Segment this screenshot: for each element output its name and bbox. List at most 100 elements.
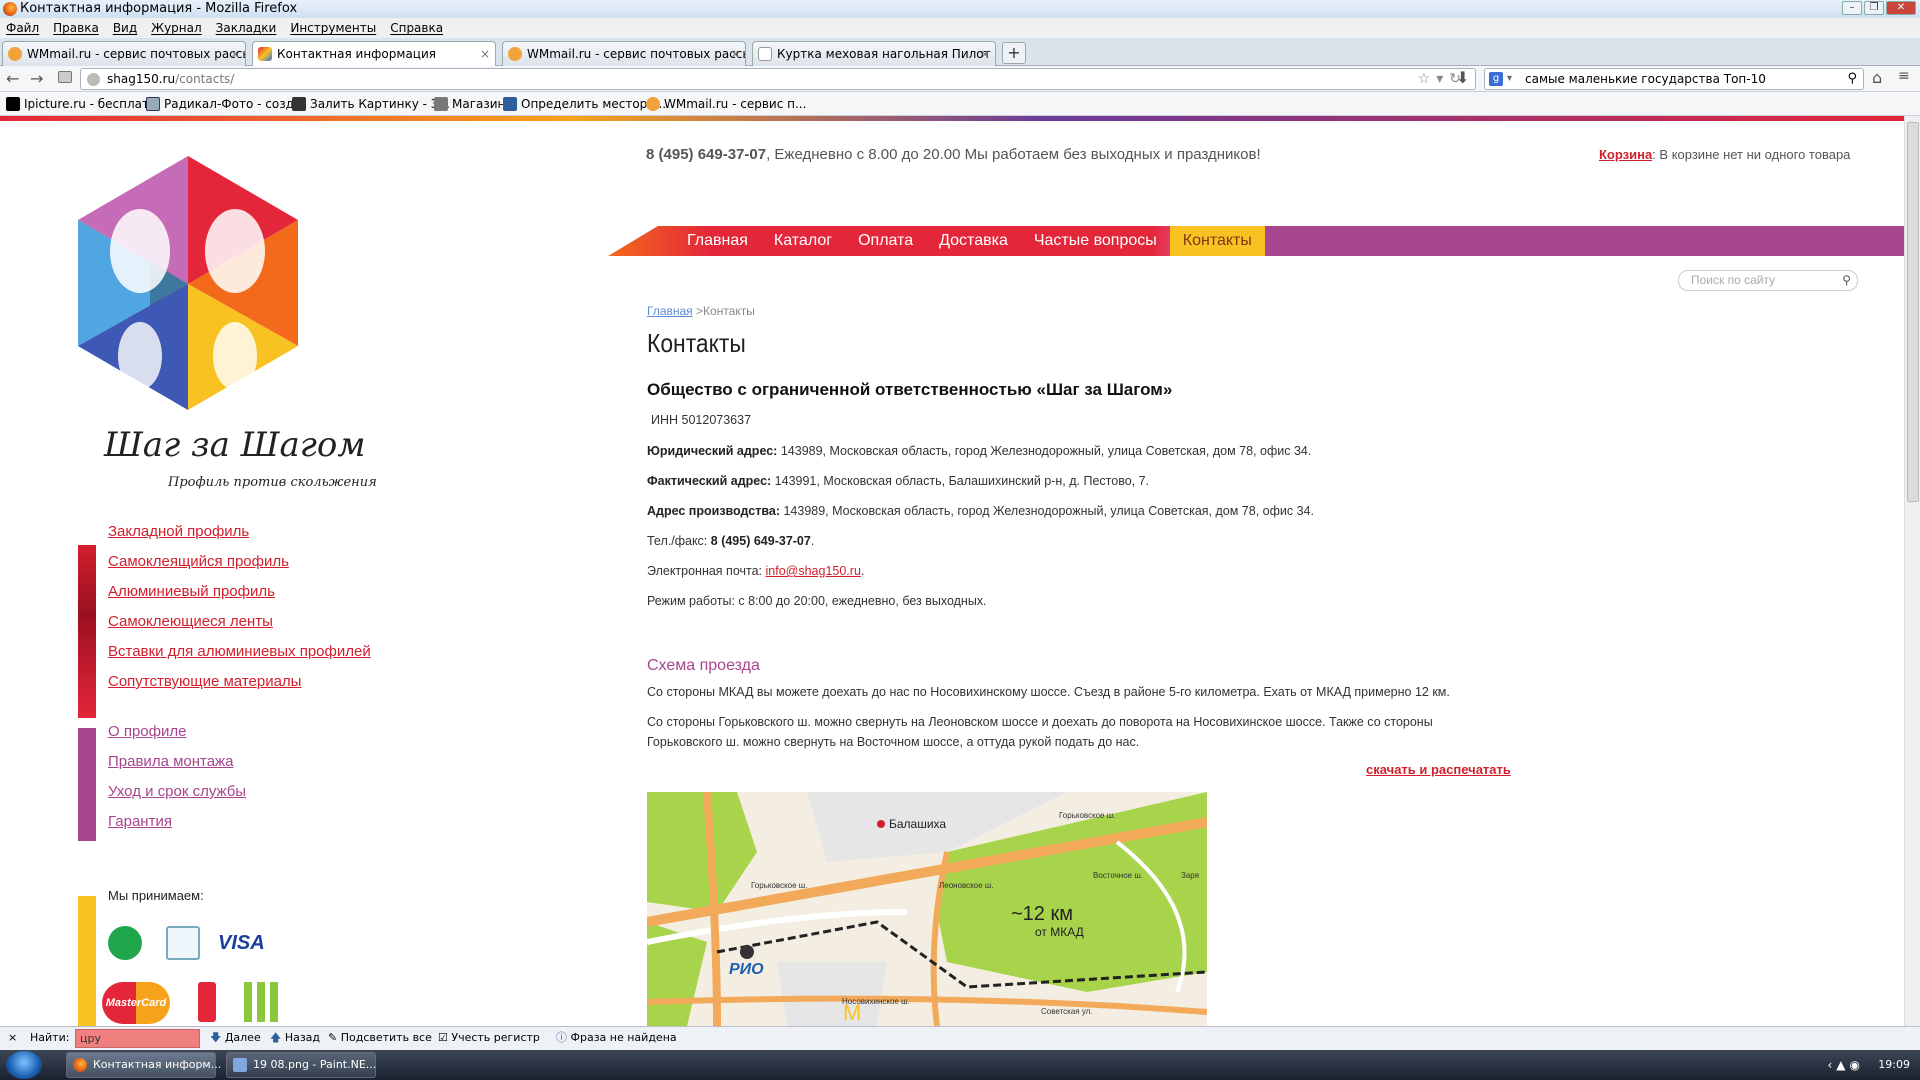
breadcrumb-home[interactable]: Главная xyxy=(647,304,693,318)
tab-contacts[interactable]: Контактная информация × xyxy=(252,41,496,67)
chevron-left-icon[interactable]: ‹ xyxy=(1827,1058,1836,1072)
menu-item-materials[interactable]: Сопутствующие материалы xyxy=(108,667,371,697)
window-titlebar: Контактная информация - Mozilla Firefox … xyxy=(0,0,1920,18)
menu-item-aluminium-profile[interactable]: Алюминиевый профиль xyxy=(108,577,371,607)
forward-button[interactable]: → xyxy=(30,69,43,88)
globe-icon xyxy=(87,73,100,86)
menu-item-inserts[interactable]: Вставки для алюминиевых профилей xyxy=(108,637,371,667)
nav-faq[interactable]: Частые вопросы xyxy=(1021,226,1170,256)
close-find-icon[interactable]: × xyxy=(8,1027,17,1049)
menu-item-installation[interactable]: Правила монтажа xyxy=(108,747,246,777)
menu-item-adhesive-tapes[interactable]: Самоклеющиеся ленты xyxy=(108,607,371,637)
arrow-down-icon: 🡇 xyxy=(210,1031,222,1044)
tab-wmmail-2[interactable]: WMmail.ru - сервис почтовых рассылок... … xyxy=(502,41,746,66)
mastercard-icon: MasterCard xyxy=(102,982,170,1024)
maximize-button[interactable]: ❐ xyxy=(1864,1,1884,15)
route-map[interactable]: Балашиха Горьковское ш. Горьковское ш. Л… xyxy=(647,792,1207,1026)
start-button[interactable] xyxy=(6,1051,42,1079)
url-bar[interactable]: shag150.ru/contacts/ ☆▾↻ xyxy=(80,68,1476,90)
taskbar-firefox[interactable]: Контактная информ... xyxy=(66,1052,221,1078)
ipicture-icon xyxy=(6,97,20,111)
highlight-all-button[interactable]: ✎ Подсветить все xyxy=(328,1027,432,1049)
vertical-scrollbar[interactable] xyxy=(1904,116,1920,1026)
navigation-bar: ← → shag150.ru/contacts/ ☆▾↻ ⬇ g ▾ самые… xyxy=(0,66,1920,92)
arrow-up-icon: 🡅 xyxy=(270,1031,282,1044)
firefox-icon xyxy=(3,2,17,16)
site-search-input[interactable]: Поиск по сайту ⚲ xyxy=(1678,270,1858,291)
email-link[interactable]: info@shag150.ru xyxy=(766,564,861,578)
scrollbar-thumb[interactable] xyxy=(1907,122,1919,502)
menu-bookmarks[interactable]: Закладки xyxy=(216,18,277,38)
bookmark-zalit[interactable]: Залить Картинку - З... xyxy=(290,92,450,116)
url-path: /contacts/ xyxy=(175,72,235,86)
match-case-checkbox[interactable]: ☑ Учесть регистр xyxy=(438,1027,540,1049)
bookmark-star-icon[interactable]: ☆ xyxy=(1418,71,1437,87)
window-title: Контактная информация - Mozilla Firefox xyxy=(20,1,298,16)
highlighter-icon: ✎ xyxy=(328,1031,338,1044)
inn: ИНН 5012073637 xyxy=(651,413,752,427)
info-icon: ⓘ xyxy=(556,1031,567,1044)
close-tab-icon[interactable]: × xyxy=(980,42,990,66)
nav-delivery[interactable]: Доставка xyxy=(926,226,1021,256)
nav-home[interactable]: Главная xyxy=(674,226,761,256)
tab-jacket[interactable]: Куртка меховая нагольная Пилот из о... × xyxy=(752,41,996,66)
bookmark-wmmail[interactable]: WMmail.ru - сервис п... xyxy=(644,92,806,116)
menu-accent-red xyxy=(78,545,96,718)
print-map-link[interactable]: скачать и распечатать xyxy=(1366,762,1511,777)
menu-tools[interactable]: Инструменты xyxy=(290,18,376,38)
find-next-button[interactable]: 🡇 Далее xyxy=(210,1027,261,1049)
page-info-icon[interactable] xyxy=(58,71,72,83)
close-window-button[interactable]: ✕ xyxy=(1886,1,1916,15)
dropdown-icon[interactable]: ▾ xyxy=(1436,71,1449,87)
nav-catalog[interactable]: Каталог xyxy=(761,226,845,256)
search-engine-box[interactable]: g ▾ самые маленькие государства Топ-10 ⚲ xyxy=(1484,68,1864,90)
clock[interactable]: 19:09 xyxy=(1878,1050,1910,1080)
search-icon[interactable]: ⚲ xyxy=(1847,69,1857,89)
new-tab-button[interactable]: + xyxy=(1002,42,1026,64)
find-prev-button[interactable]: 🡅 Назад xyxy=(270,1027,320,1049)
bookmark-magazin[interactable]: Магазин xyxy=(432,92,505,116)
logo[interactable]: Шаг за Шагом Профиль против скольжения xyxy=(60,156,380,516)
minimize-button[interactable]: – xyxy=(1842,1,1862,15)
bookmark-location[interactable]: Определить местора... xyxy=(501,92,666,116)
back-button[interactable]: ← xyxy=(6,69,19,88)
nav-contacts[interactable]: Контакты xyxy=(1169,226,1265,256)
menu-history[interactable]: Журнал xyxy=(151,18,202,38)
volume-icon[interactable]: ◉ xyxy=(1850,1058,1864,1072)
system-tray[interactable]: ‹▲◉ xyxy=(1827,1058,1864,1072)
actual-address-label: Фактический адрес: xyxy=(647,474,772,488)
email: Электронная почта: info@shag150.ru. xyxy=(647,564,864,578)
find-prev-label: Назад xyxy=(284,1031,321,1044)
legal-address-label: Юридический адрес: xyxy=(647,444,778,458)
nav-payment[interactable]: Оплата xyxy=(845,226,926,256)
menu-item-care[interactable]: Уход и срок службы xyxy=(108,777,246,807)
menu-item-embedded-profile[interactable]: Закладной профиль xyxy=(108,517,371,547)
bookmark-ipicture[interactable]: Ipicture.ru - бесплат... xyxy=(4,92,160,116)
bookmark-radikal[interactable]: Радикал-Фото - созд... xyxy=(144,92,305,116)
google-icon[interactable]: g xyxy=(1489,72,1503,86)
home-icon[interactable]: ⌂ xyxy=(1872,68,1882,87)
close-tab-icon[interactable]: × xyxy=(480,42,490,66)
menu-item-warranty[interactable]: Гарантия xyxy=(108,807,246,837)
match-case-label: Учесть регистр xyxy=(451,1031,540,1044)
menu-help[interactable]: Справка xyxy=(390,18,443,38)
menu-file[interactable]: Файл xyxy=(6,18,39,38)
find-input[interactable]: цру xyxy=(75,1029,200,1048)
menu-view[interactable]: Вид xyxy=(113,18,137,38)
menu-edit[interactable]: Правка xyxy=(53,18,99,38)
engine-dropdown-icon[interactable]: ▾ xyxy=(1507,69,1512,89)
close-tab-icon[interactable]: × xyxy=(230,42,240,66)
radikal-icon xyxy=(146,97,160,111)
downloads-icon[interactable]: ⬇ xyxy=(1456,68,1469,87)
menu-item-about[interactable]: О профиле xyxy=(108,717,246,747)
search-icon[interactable]: ⚲ xyxy=(1842,271,1851,290)
tab-wmmail-1[interactable]: WMmail.ru - сервис почтовых рассылок... … xyxy=(2,41,246,66)
actual-address: Фактический адрес: 143991, Московская об… xyxy=(647,474,1149,488)
network-icon[interactable]: ▲ xyxy=(1836,1058,1849,1072)
taskbar-paintnet[interactable]: 19 08.png - Paint.NE... xyxy=(226,1052,376,1078)
visa-icon: VISA xyxy=(218,932,265,954)
cart-link[interactable]: Корзина xyxy=(1599,147,1652,162)
close-tab-icon[interactable]: × xyxy=(730,42,740,66)
menu-item-self-adhesive-profile[interactable]: Самоклеящийся профиль xyxy=(108,547,371,577)
toolbar-menu-icon[interactable]: ≡ xyxy=(1898,68,1910,84)
